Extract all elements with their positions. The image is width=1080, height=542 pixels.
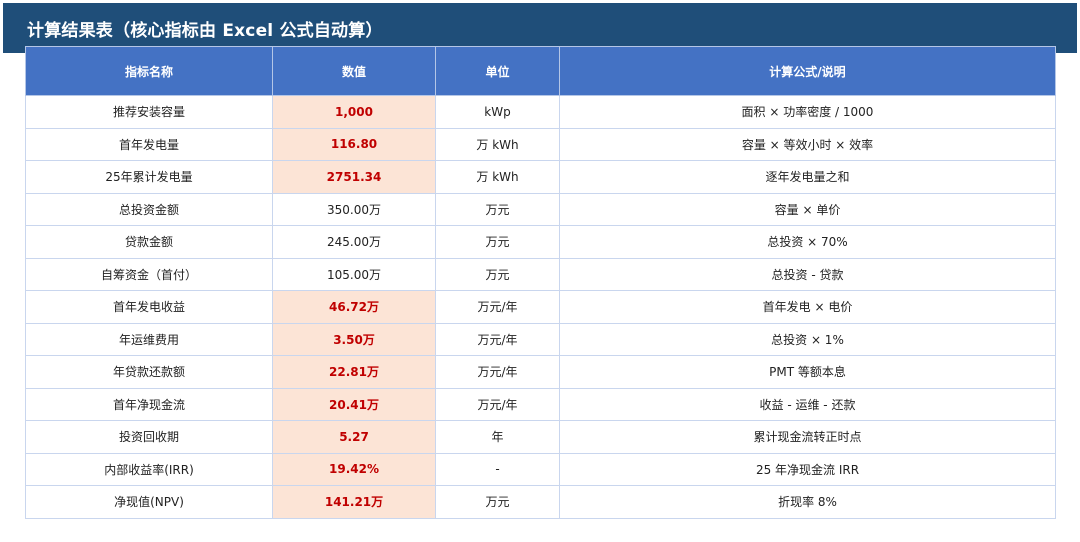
- cell-unit: kWp: [435, 95, 560, 129]
- cell-unit: 万元/年: [435, 322, 560, 356]
- cell-unit: 万元: [435, 485, 560, 519]
- cell-formula: 面积 × 功率密度 / 1000: [559, 95, 1056, 129]
- table-row: 贷款金额 245.00万 万元 总投资 × 70%: [25, 225, 1056, 259]
- cell-formula: 累计现金流转正时点: [559, 420, 1056, 454]
- page: 计算结果表（核心指标由 Excel 公式自动算） 指标名称 数值 单位 计算公式…: [0, 0, 1080, 542]
- table-row: 首年净现金流 20.41万 万元/年 收益 - 运维 - 还款: [25, 387, 1056, 421]
- cell-value: 46.72万: [272, 290, 436, 324]
- table-row: 投资回收期 5.27 年累计现金流转正时点: [25, 420, 1056, 454]
- cell-indicator-name: 25年累计发电量: [25, 160, 273, 194]
- cell-value: 141.21万: [272, 485, 436, 519]
- cell-indicator-name: 内部收益率(IRR): [25, 452, 273, 486]
- cell-unit: 万 kWh: [435, 127, 560, 161]
- table-row: 推荐安装容量 1,000 kWp 面积 × 功率密度 / 1000: [25, 95, 1056, 129]
- cell-indicator-name: 净现值(NPV): [25, 485, 273, 519]
- cell-formula: 首年发电 × 电价: [559, 290, 1056, 324]
- cell-value: 105.00万: [272, 257, 436, 291]
- cell-value: 245.00万: [272, 225, 436, 259]
- table-row: 自筹资金（首付） 105.00万 万元 总投资 - 贷款: [25, 257, 1056, 291]
- table-row: 首年发电收益 46.72万 万元/年 首年发电 × 电价: [25, 290, 1056, 324]
- cell-value: 22.81万: [272, 355, 436, 389]
- cell-formula: 折现率 8%: [559, 485, 1056, 519]
- table-row: 25年累计发电量 2751.34 万 kWh 逐年发电量之和: [25, 160, 1056, 194]
- cell-unit: 万元: [435, 257, 560, 291]
- cell-indicator-name: 首年发电量: [25, 127, 273, 161]
- cell-unit: 万元/年: [435, 290, 560, 324]
- cell-formula: 总投资 × 1%: [559, 322, 1056, 356]
- header-unit: 单位: [435, 46, 560, 96]
- cell-unit: 万元/年: [435, 355, 560, 389]
- cell-formula: 25 年净现金流 IRR: [559, 452, 1056, 486]
- table-body: 推荐安装容量 1,000 kWp 面积 × 功率密度 / 1000 首年发电量 116.8…: [25, 95, 1056, 519]
- table-row: 年运维费用 3.50万 万元/年 总投资 × 1%: [25, 322, 1056, 356]
- page-title: 计算结果表（核心指标由 Excel 公式自动算）: [27, 20, 383, 41]
- cell-formula: 容量 × 等效小时 × 效率: [559, 127, 1056, 161]
- cell-value: 5.27: [272, 420, 436, 454]
- cell-value: 20.41万: [272, 387, 436, 421]
- table-header-row: 指标名称 数值 单位 计算公式/说明: [25, 46, 1056, 96]
- cell-value: 350.00万: [272, 192, 436, 226]
- cell-unit: 万 kWh: [435, 160, 560, 194]
- cell-formula: PMT 等额本息: [559, 355, 1056, 389]
- cell-indicator-name: 贷款金额: [25, 225, 273, 259]
- cell-value: 1,000: [272, 95, 436, 129]
- cell-indicator-name: 年贷款还款额: [25, 355, 273, 389]
- table-row: 年贷款还款额 22.81万 万元/年 PMT 等额本息: [25, 355, 1056, 389]
- cell-value: 19.42%: [272, 452, 436, 486]
- table-row: 总投资金额 350.00万 万元 容量 × 单价: [25, 192, 1056, 226]
- cell-indicator-name: 总投资金额: [25, 192, 273, 226]
- results-table: 指标名称 数值 单位 计算公式/说明 推荐安装容量 1,000 kWp 面积 × 功率…: [25, 46, 1056, 519]
- table-row: 净现值(NPV) 141.21万 万元 折现率 8%: [25, 485, 1056, 519]
- cell-formula: 收益 - 运维 - 还款: [559, 387, 1056, 421]
- results-table-container: 指标名称 数值 单位 计算公式/说明 推荐安装容量 1,000 kWp 面积 × 功率…: [25, 46, 1056, 519]
- cell-value: 3.50万: [272, 322, 436, 356]
- cell-formula: 容量 × 单价: [559, 192, 1056, 226]
- table-row: 内部收益率(IRR) 19.42% -25 年净现金流 IRR: [25, 452, 1056, 486]
- header-indicator-name: 指标名称: [25, 46, 273, 96]
- cell-unit: 万元: [435, 192, 560, 226]
- cell-indicator-name: 首年净现金流: [25, 387, 273, 421]
- cell-unit: 年: [435, 420, 560, 454]
- header-value: 数值: [272, 46, 436, 96]
- cell-value: 2751.34: [272, 160, 436, 194]
- header-formula: 计算公式/说明: [559, 46, 1056, 96]
- cell-formula: 总投资 × 70%: [559, 225, 1056, 259]
- cell-value: 116.80: [272, 127, 436, 161]
- cell-indicator-name: 自筹资金（首付）: [25, 257, 273, 291]
- cell-indicator-name: 投资回收期: [25, 420, 273, 454]
- table-row: 首年发电量 116.80 万 kWh 容量 × 等效小时 × 效率: [25, 127, 1056, 161]
- cell-indicator-name: 首年发电收益: [25, 290, 273, 324]
- cell-formula: 总投资 - 贷款: [559, 257, 1056, 291]
- cell-formula: 逐年发电量之和: [559, 160, 1056, 194]
- cell-unit: 万元: [435, 225, 560, 259]
- cell-unit: 万元/年: [435, 387, 560, 421]
- cell-indicator-name: 推荐安装容量: [25, 95, 273, 129]
- cell-unit: -: [435, 452, 560, 486]
- cell-indicator-name: 年运维费用: [25, 322, 273, 356]
